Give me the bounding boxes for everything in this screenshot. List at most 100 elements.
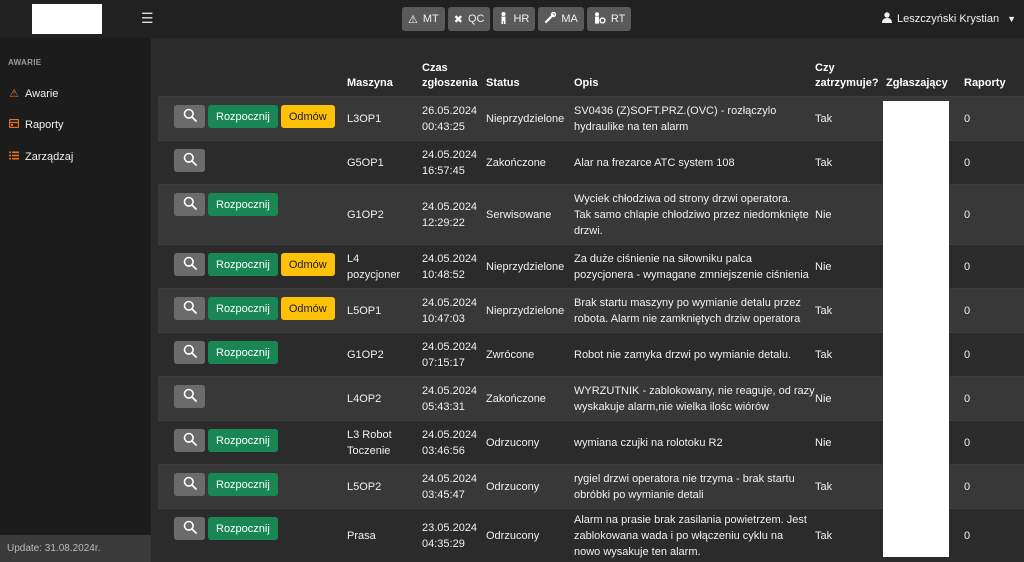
start-button[interactable]: Rozpocznij <box>208 105 278 128</box>
module-button-mt[interactable]: ⚠ MT <box>402 7 445 31</box>
column-header-stops-machine[interactable]: Czy zatrzymuje? <box>815 61 879 91</box>
person-gear-icon <box>593 11 606 27</box>
start-button[interactable]: Rozpocznij <box>208 429 278 452</box>
hamburger-menu-icon[interactable]: ☰ <box>141 11 154 25</box>
refuse-button[interactable]: Odmów <box>280 297 335 320</box>
cell-stops-machine: Nie <box>815 393 832 405</box>
cell-machine: L5OP1 <box>347 303 381 319</box>
view-details-button[interactable] <box>174 149 205 172</box>
row-actions: Rozpocznij <box>174 517 278 540</box>
view-details-button[interactable] <box>174 517 205 540</box>
cell-reports-count: 0 <box>964 349 971 361</box>
module-label: HR <box>513 13 530 25</box>
column-header-time[interactable]: Czas zgłoszenia <box>422 61 478 91</box>
cell-description: wymiana czujki na rolotoku R2 <box>574 435 723 451</box>
module-button-qc[interactable]: ✖ QC <box>447 7 491 31</box>
column-header-machine[interactable]: Maszyna <box>347 76 393 91</box>
module-button-hr[interactable]: HR <box>493 7 536 31</box>
cell-machine: L4 pozycjoner <box>347 251 400 283</box>
cell-stops-machine: Tak <box>815 481 833 493</box>
description-line: pozycjonera - wymagane zmniejszenie ciśn… <box>574 269 809 281</box>
start-button[interactable]: Rozpocznij <box>208 517 278 540</box>
row-actions: Rozpocznij <box>174 473 278 496</box>
column-header-description[interactable]: Opis <box>574 76 598 91</box>
cell-machine: L4OP2 <box>347 391 381 407</box>
column-header-time-line2: zgłoszenia <box>422 77 478 89</box>
search-icon <box>183 196 197 213</box>
cell-stops-machine: Tak <box>815 157 833 169</box>
column-header-reports[interactable]: Raporty <box>964 76 1006 91</box>
column-header-stop-line2: zatrzymuje? <box>815 77 879 89</box>
start-button[interactable]: Rozpocznij <box>208 297 278 320</box>
description-line: wyskakuje alarm,nie wielka ilośc wiórów <box>574 401 770 413</box>
view-details-button[interactable] <box>174 253 205 276</box>
cell-description: rygiel drzwi operatora nie trzyma - brak… <box>574 471 795 503</box>
cell-stops-machine: Tak <box>815 113 833 125</box>
cell-reports-count: 0 <box>964 530 971 542</box>
top-navbar: ☰ ⚠ MT ✖ QC HR MA RT Leszczyński Krystia… <box>0 0 1024 38</box>
description-line: zablokowana wada i po włączeniu cyklu na <box>574 530 784 542</box>
refuse-button[interactable]: Odmów <box>280 253 335 276</box>
search-icon <box>183 300 197 317</box>
description-line: obróbki po wymianie detali <box>574 489 704 501</box>
warning-icon: ⚠ <box>408 13 418 26</box>
person-icon <box>499 11 508 27</box>
user-menu[interactable]: Leszczyński Krystian ▼ <box>881 12 1016 26</box>
description-line: Tak samo chlapie chłodziwo przez niedomk… <box>574 209 809 221</box>
description-line: SV0436 (Z)SOFT.PRZ.(OVC) - rozłączylo <box>574 105 777 117</box>
tools-icon: ✖ <box>453 13 463 26</box>
machine-line: L5OP1 <box>347 305 382 317</box>
description-line: robota. Alarm nie zamkniętych drziw oper… <box>574 313 801 325</box>
start-button[interactable]: Rozpocznij <box>208 193 278 216</box>
description-line: wymiana czujki na rolotoku R2 <box>574 437 723 449</box>
cell-status: Zakończone <box>486 157 546 169</box>
module-button-rt[interactable]: RT <box>586 7 632 31</box>
sidebar-item-awarie[interactable]: ⚠ Awarie <box>9 87 58 101</box>
sidebar-item-zarzadzaj[interactable]: Zarządzaj <box>9 151 73 163</box>
cell-stops-machine: Nie <box>815 209 832 221</box>
report-date: 26.05.2024 <box>422 105 478 117</box>
row-actions: Rozpocznij Odmów <box>174 253 335 276</box>
view-details-button[interactable] <box>174 385 205 408</box>
row-actions: Rozpocznij <box>174 341 278 364</box>
report-time: 16:57:45 <box>422 165 465 177</box>
cell-description: WYRZUTNIK - zablokowany, nie reaguje, od… <box>574 383 815 415</box>
report-time: 04:35:29 <box>422 538 465 550</box>
cell-time: 24.05.2024 10:48:52 <box>422 251 477 283</box>
view-details-button[interactable] <box>174 473 205 496</box>
report-time: 05:43:31 <box>422 401 465 413</box>
refuse-button[interactable]: Odmów <box>280 105 335 128</box>
sidebar-item-label: Raporty <box>25 119 64 131</box>
report-time: 03:46:56 <box>422 445 465 457</box>
report-date: 23.05.2024 <box>422 522 478 534</box>
start-button[interactable]: Rozpocznij <box>208 473 278 496</box>
logo[interactable] <box>32 4 102 34</box>
view-details-button[interactable] <box>174 105 205 128</box>
warning-icon: ⚠ <box>9 88 19 100</box>
view-details-button[interactable] <box>174 341 205 364</box>
cell-stops-machine: Tak <box>815 530 833 542</box>
report-date: 24.05.2024 <box>422 149 478 161</box>
cell-description: Alarm na prasie brak zasilania powietrze… <box>574 512 807 560</box>
machine-line: L4OP2 <box>347 393 382 405</box>
sidebar-item-raporty[interactable]: Raporty <box>8 118 64 131</box>
report-date: 24.05.2024 <box>422 341 478 353</box>
cell-reports-count: 0 <box>964 305 971 317</box>
column-header-reporter[interactable]: Zgłaszający <box>886 76 948 91</box>
cell-status: Zakończone <box>486 393 546 405</box>
view-details-button[interactable] <box>174 429 205 452</box>
caret-down-icon: ▼ <box>1007 14 1016 24</box>
start-button[interactable]: Rozpocznij <box>208 341 278 364</box>
cell-description: Wyciek chłodziwa od strony drzwi operato… <box>574 191 809 239</box>
cell-machine: G1OP2 <box>347 347 384 363</box>
column-header-status[interactable]: Status <box>486 76 520 91</box>
module-button-ma[interactable]: MA <box>538 7 584 31</box>
view-details-button[interactable] <box>174 193 205 216</box>
cell-stops-machine: Tak <box>815 305 833 317</box>
cell-status: Nieprzydzielone <box>486 261 565 273</box>
cell-status: Odrzucony <box>486 481 540 493</box>
start-button[interactable]: Rozpocznij <box>208 253 278 276</box>
cell-time: 24.05.2024 03:45:47 <box>422 471 477 503</box>
row-actions: Rozpocznij <box>174 429 278 452</box>
view-details-button[interactable] <box>174 297 205 320</box>
